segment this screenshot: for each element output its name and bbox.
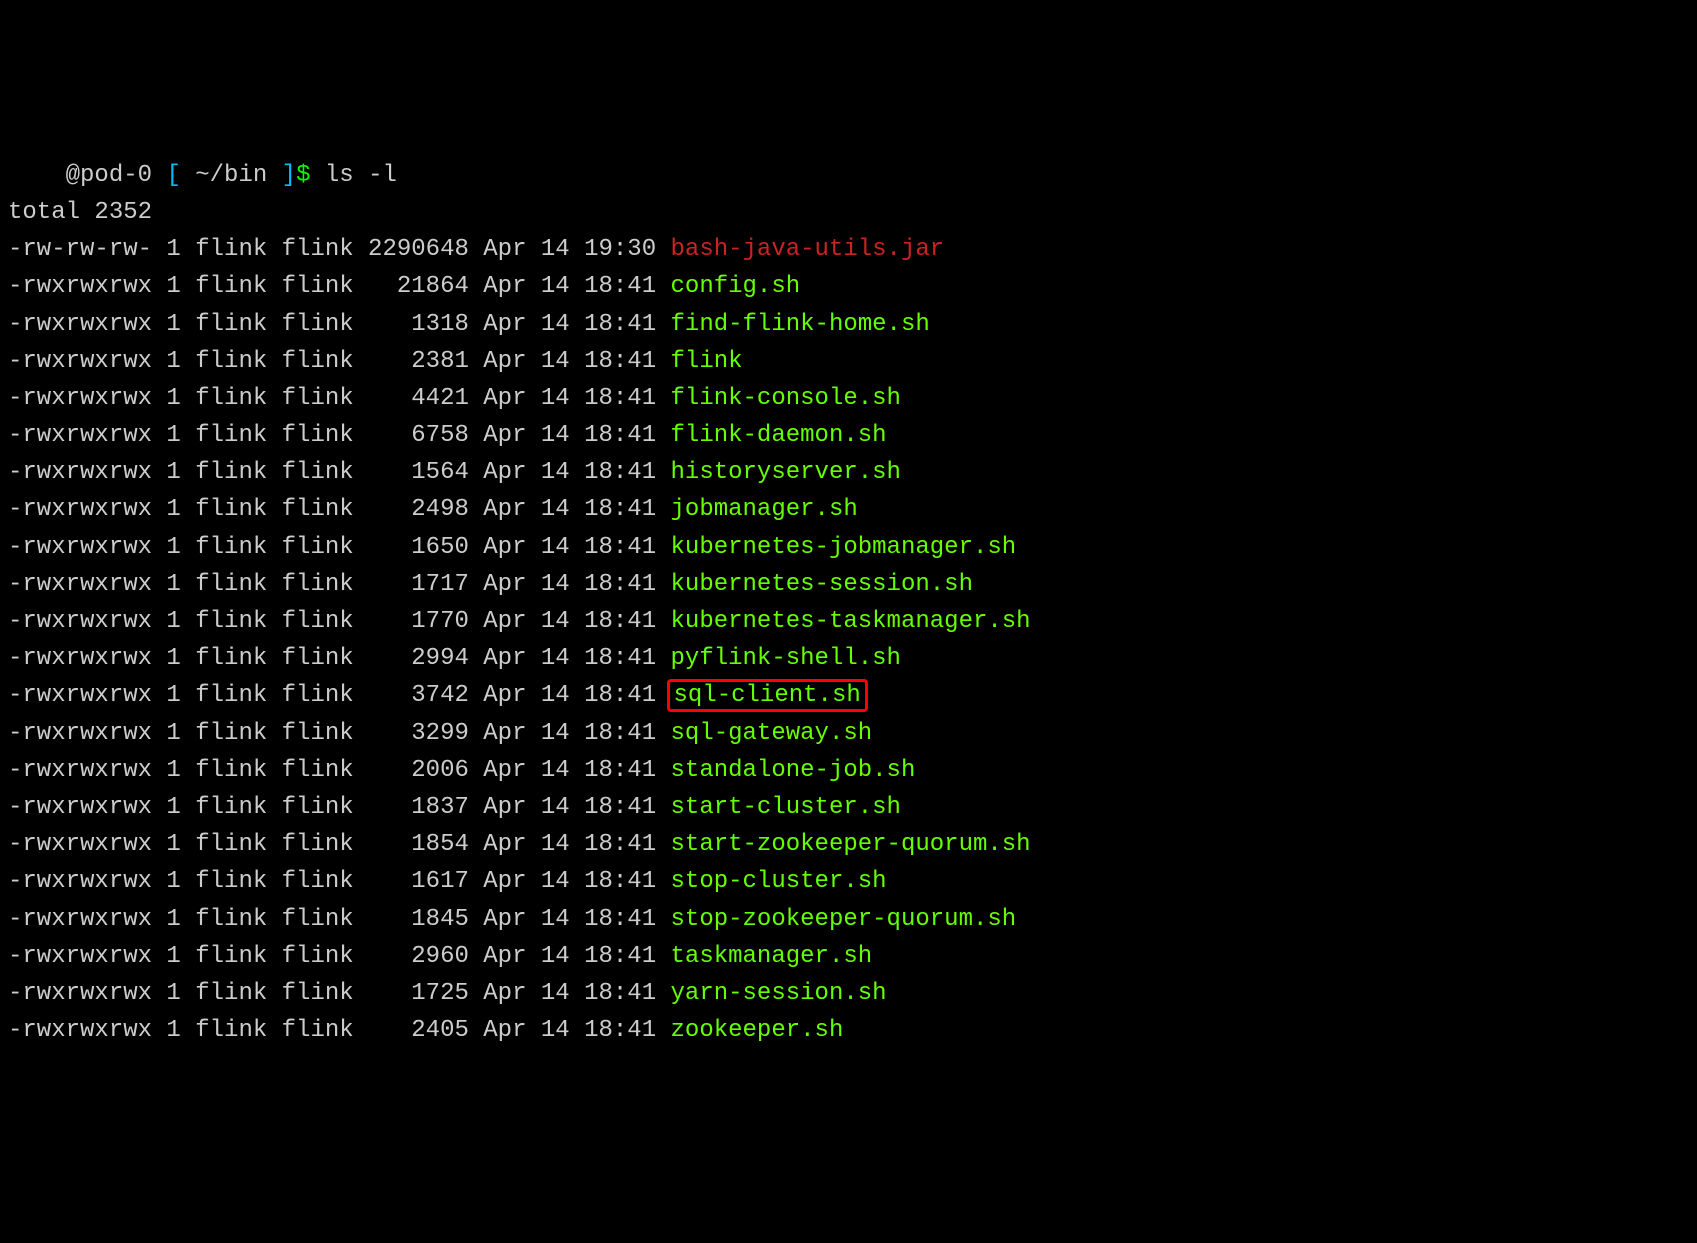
file-name: jobmanager.sh <box>671 496 858 523</box>
prompt-user-host: @pod-0 <box>8 162 166 189</box>
file-meta: -rwxrwxrwx 1 flink flink 21864 Apr 14 18… <box>8 273 671 300</box>
file-name: flink-daemon.sh <box>671 422 887 449</box>
file-row: -rwxrwxrwx 1 flink flink 2960 Apr 14 18:… <box>8 938 1689 975</box>
file-row: -rwxrwxrwx 1 flink flink 1845 Apr 14 18:… <box>8 901 1689 938</box>
file-name: kubernetes-taskmanager.sh <box>671 608 1031 635</box>
file-meta: -rwxrwxrwx 1 flink flink 2006 Apr 14 18:… <box>8 757 671 784</box>
file-meta: -rwxrwxrwx 1 flink flink 2994 Apr 14 18:… <box>8 645 671 672</box>
file-name: sql-gateway.sh <box>671 720 873 747</box>
prompt-line[interactable]: @pod-0 [ ~/bin ]$ ls -l <box>8 157 1689 194</box>
file-row: -rwxrwxrwx 1 flink flink 1564 Apr 14 18:… <box>8 454 1689 491</box>
file-name: kubernetes-session.sh <box>671 571 973 598</box>
file-meta: -rwxrwxrwx 1 flink flink 1650 Apr 14 18:… <box>8 534 671 561</box>
prompt-dollar: $ <box>296 162 325 189</box>
file-meta: -rwxrwxrwx 1 flink flink 1854 Apr 14 18:… <box>8 831 671 858</box>
file-meta: -rwxrwxrwx 1 flink flink 2960 Apr 14 18:… <box>8 943 671 970</box>
terminal-output[interactable]: @pod-0 [ ~/bin ]$ ls -ltotal 2352-rw-rw-… <box>8 157 1689 1050</box>
file-name: taskmanager.sh <box>671 943 873 970</box>
file-name: stop-cluster.sh <box>671 868 887 895</box>
file-row: -rwxrwxrwx 1 flink flink 1725 Apr 14 18:… <box>8 975 1689 1012</box>
file-name: historyserver.sh <box>671 459 901 486</box>
file-row: -rwxrwxrwx 1 flink flink 1717 Apr 14 18:… <box>8 566 1689 603</box>
total-line: total 2352 <box>8 194 1689 231</box>
file-row: -rwxrwxrwx 1 flink flink 2498 Apr 14 18:… <box>8 491 1689 528</box>
file-meta: -rwxrwxrwx 1 flink flink 1770 Apr 14 18:… <box>8 608 671 635</box>
file-row: -rwxrwxrwx 1 flink flink 3742 Apr 14 18:… <box>8 677 1689 714</box>
file-row: -rwxrwxrwx 1 flink flink 21864 Apr 14 18… <box>8 268 1689 305</box>
file-name: kubernetes-jobmanager.sh <box>671 534 1017 561</box>
file-row: -rwxrwxrwx 1 flink flink 1770 Apr 14 18:… <box>8 603 1689 640</box>
file-name: start-zookeeper-quorum.sh <box>671 831 1031 858</box>
file-meta: -rw-rw-rw- 1 flink flink 2290648 Apr 14 … <box>8 236 671 263</box>
file-name: zookeeper.sh <box>671 1017 844 1044</box>
file-meta: -rwxrwxrwx 1 flink flink 2381 Apr 14 18:… <box>8 348 671 375</box>
file-name: start-cluster.sh <box>671 794 901 821</box>
file-name: flink <box>671 348 743 375</box>
file-meta: -rwxrwxrwx 1 flink flink 6758 Apr 14 18:… <box>8 422 671 449</box>
file-meta: -rwxrwxrwx 1 flink flink 3299 Apr 14 18:… <box>8 720 671 747</box>
file-name: config.sh <box>671 273 801 300</box>
file-meta: -rwxrwxrwx 1 flink flink 1617 Apr 14 18:… <box>8 868 671 895</box>
file-row: -rwxrwxrwx 1 flink flink 2994 Apr 14 18:… <box>8 640 1689 677</box>
prompt-close-bracket: ] <box>282 162 296 189</box>
file-name: stop-zookeeper-quorum.sh <box>671 906 1017 933</box>
file-meta: -rwxrwxrwx 1 flink flink 3742 Apr 14 18:… <box>8 682 671 709</box>
file-name: standalone-job.sh <box>671 757 916 784</box>
file-row: -rwxrwxrwx 1 flink flink 1854 Apr 14 18:… <box>8 826 1689 863</box>
file-meta: -rwxrwxrwx 1 flink flink 4421 Apr 14 18:… <box>8 385 671 412</box>
file-name-highlighted: sql-client.sh <box>667 679 868 712</box>
file-name: bash-java-utils.jar <box>671 236 945 263</box>
file-meta: -rwxrwxrwx 1 flink flink 1837 Apr 14 18:… <box>8 794 671 821</box>
file-name: pyflink-shell.sh <box>671 645 901 672</box>
file-meta: -rwxrwxrwx 1 flink flink 2498 Apr 14 18:… <box>8 496 671 523</box>
prompt-open-bracket: [ <box>166 162 195 189</box>
file-meta: -rwxrwxrwx 1 flink flink 1845 Apr 14 18:… <box>8 906 671 933</box>
command-input[interactable]: ls -l <box>325 162 397 189</box>
file-meta: -rwxrwxrwx 1 flink flink 2405 Apr 14 18:… <box>8 1017 671 1044</box>
file-row: -rwxrwxrwx 1 flink flink 1650 Apr 14 18:… <box>8 529 1689 566</box>
file-row: -rw-rw-rw- 1 flink flink 2290648 Apr 14 … <box>8 231 1689 268</box>
file-row: -rwxrwxrwx 1 flink flink 2405 Apr 14 18:… <box>8 1012 1689 1049</box>
file-name: find-flink-home.sh <box>671 311 930 338</box>
file-row: -rwxrwxrwx 1 flink flink 6758 Apr 14 18:… <box>8 417 1689 454</box>
file-name: flink-console.sh <box>671 385 901 412</box>
file-row: -rwxrwxrwx 1 flink flink 3299 Apr 14 18:… <box>8 715 1689 752</box>
file-meta: -rwxrwxrwx 1 flink flink 1717 Apr 14 18:… <box>8 571 671 598</box>
file-meta: -rwxrwxrwx 1 flink flink 1564 Apr 14 18:… <box>8 459 671 486</box>
file-name: yarn-session.sh <box>671 980 887 1007</box>
prompt-path: ~/bin <box>195 162 281 189</box>
file-row: -rwxrwxrwx 1 flink flink 1617 Apr 14 18:… <box>8 863 1689 900</box>
file-row: -rwxrwxrwx 1 flink flink 2381 Apr 14 18:… <box>8 343 1689 380</box>
file-row: -rwxrwxrwx 1 flink flink 1837 Apr 14 18:… <box>8 789 1689 826</box>
file-row: -rwxrwxrwx 1 flink flink 1318 Apr 14 18:… <box>8 306 1689 343</box>
file-meta: -rwxrwxrwx 1 flink flink 1318 Apr 14 18:… <box>8 311 671 338</box>
file-meta: -rwxrwxrwx 1 flink flink 1725 Apr 14 18:… <box>8 980 671 1007</box>
file-row: -rwxrwxrwx 1 flink flink 2006 Apr 14 18:… <box>8 752 1689 789</box>
file-row: -rwxrwxrwx 1 flink flink 4421 Apr 14 18:… <box>8 380 1689 417</box>
